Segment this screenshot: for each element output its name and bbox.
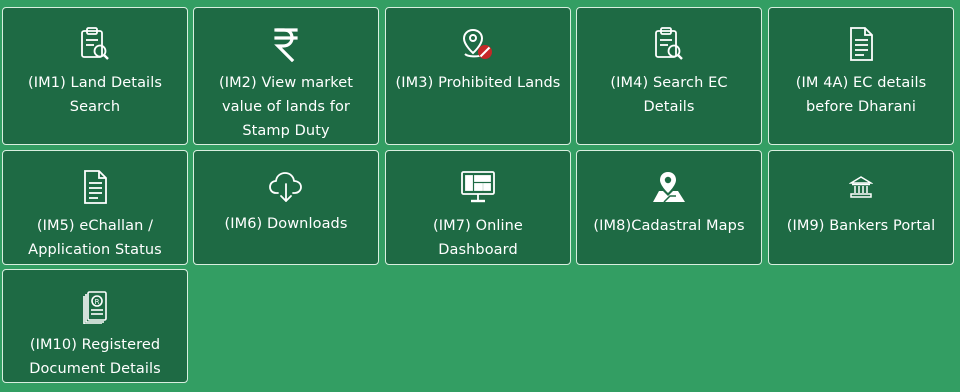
tile-label: (IM1) Land Details Search — [28, 75, 162, 115]
rupee-icon — [194, 26, 378, 62]
tile-im5-echallan-status[interactable]: (IM5) eChallan / Application Status — [2, 150, 188, 265]
tile-im6-downloads[interactable]: (IM6) Downloads — [193, 150, 379, 265]
tile-im10-registered-document-details[interactable]: R (IM10) Registered Document Details — [2, 269, 188, 383]
map-pin-icon — [577, 169, 761, 205]
tile-label: (IM6) Downloads — [224, 216, 348, 232]
tile-label: (IM9) Bankers Portal — [786, 218, 936, 234]
tile-label: (IM5) eChallan / Application Status — [28, 218, 162, 258]
tile-im1-land-details-search[interactable]: (IM1) Land Details Search — [2, 7, 188, 145]
tile-im4a-ec-details-before-dharani[interactable]: (IM 4A) EC details before Dharani — [768, 7, 954, 145]
clipboard-search-icon — [3, 26, 187, 62]
tile-im8-cadastral-maps[interactable]: (IM8)Cadastral Maps — [576, 150, 762, 265]
tile-label: (IM8)Cadastral Maps — [593, 218, 745, 234]
monitor-dashboard-icon — [386, 169, 570, 205]
tile-label: (IM4) Search EC Details — [610, 75, 728, 115]
prohibited-location-icon — [386, 26, 570, 62]
tile-label: (IM2) View market value of lands for Sta… — [218, 75, 354, 139]
tile-label: (IM7) Online Dashboard — [433, 218, 523, 258]
tile-label: (IM3) Prohibited Lands — [395, 75, 561, 91]
tile-im4-search-ec-details[interactable]: (IM4) Search EC Details — [576, 7, 762, 145]
document-icon — [3, 169, 187, 205]
tile-im7-online-dashboard[interactable]: (IM7) Online Dashboard — [385, 150, 571, 265]
tile-im9-bankers-portal[interactable]: (IM9) Bankers Portal — [768, 150, 954, 265]
bank-icon — [769, 169, 953, 205]
tile-im3-prohibited-lands[interactable]: (IM3) Prohibited Lands — [385, 7, 571, 145]
clipboard-search-icon — [577, 26, 761, 62]
document-icon — [769, 26, 953, 62]
svg-text:R: R — [95, 298, 100, 306]
tile-label: (IM10) Registered Document Details — [29, 337, 161, 377]
services-grid: (IM1) Land Details Search (IM2) View mar… — [0, 0, 960, 392]
tile-im2-market-value[interactable]: (IM2) View market value of lands for Sta… — [193, 7, 379, 145]
tile-label: (IM 4A) EC details before Dharani — [795, 75, 927, 115]
cloud-download-icon — [194, 169, 378, 205]
registered-document-icon: R — [3, 288, 187, 324]
